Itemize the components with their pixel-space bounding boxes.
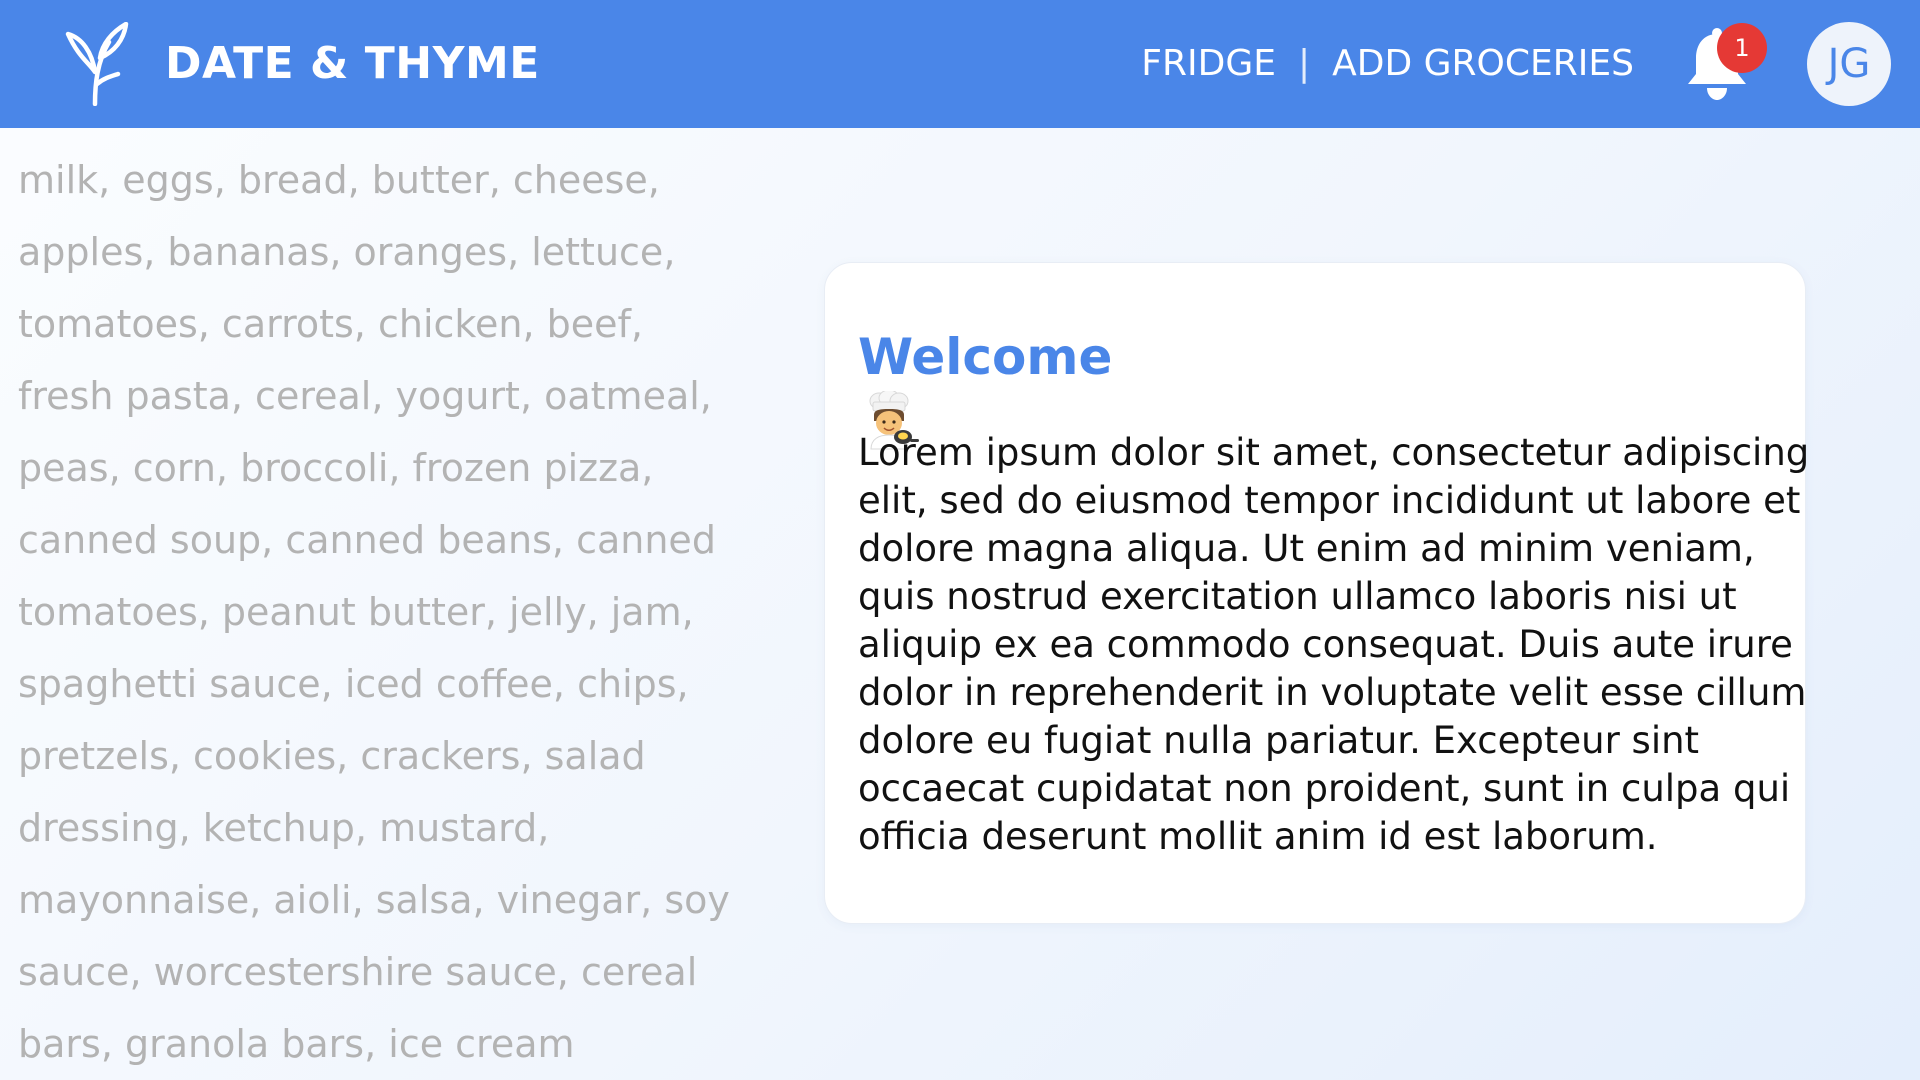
welcome-body-line: dolor in reprehenderit in voluptate veli… (858, 671, 1807, 714)
sprout-icon[interactable] (64, 22, 132, 106)
welcome-body-line: Lorem ipsum dolor sit amet, consectetur … (858, 431, 1810, 474)
grocery-list-line: canned soup, canned beans, canned (18, 518, 716, 562)
welcome-body-line: aliquip ex ea commodo consequat. Duis au… (858, 623, 1793, 666)
welcome-body-text: Lorem ipsum dolor sit amet, consectetur … (858, 429, 1810, 861)
grocery-list-line: sauce, worcestershire sauce, cereal (18, 950, 698, 994)
welcome-title: Welcome (858, 328, 1113, 386)
grocery-list-text: milk, eggs, bread, butter, cheese, apple… (18, 144, 730, 1080)
grocery-list-line: mayonnaise, aioli, salsa, vinegar, soy (18, 878, 730, 922)
welcome-body-line: dolore magna aliqua. Ut enim ad minim ve… (858, 527, 1755, 570)
welcome-body-line: occaecat cupidatat non proident, sunt in… (858, 767, 1791, 810)
grocery-list-line: tomatoes, peanut butter, jelly, jam, (18, 590, 694, 634)
grocery-list-line: apples, bananas, oranges, lettuce, (18, 230, 676, 274)
nav-link-add-groceries[interactable]: ADD GROCERIES (1332, 38, 1634, 90)
grocery-list-line: fresh pasta, cereal, yogurt, oatmeal, (18, 374, 712, 418)
welcome-body-line: dolore eu fugiat nulla pariatur. Excepte… (858, 719, 1700, 762)
top-navigation-bar: DATE & THYME FRIDGE | ADD GROCERIES 1 JG (0, 0, 1920, 128)
welcome-body-line: quis nostrud exercitation ullamco labori… (858, 575, 1737, 618)
nav-separator: | (1297, 43, 1311, 84)
grocery-list-line: pretzels, cookies, crackers, salad (18, 734, 646, 778)
grocery-list-line: bars, granola bars, ice cream (18, 1022, 575, 1066)
grocery-list-line: milk, eggs, bread, butter, cheese, (18, 158, 660, 202)
notification-badge: 1 (1717, 23, 1767, 73)
welcome-body-line: elit, sed do eiusmod tempor incididunt u… (858, 479, 1801, 522)
user-avatar[interactable]: JG (1807, 22, 1891, 106)
app-title[interactable]: DATE & THYME (165, 36, 540, 92)
main-nav: FRIDGE | ADD GROCERIES (1141, 38, 1634, 90)
grocery-list-line: dressing, ketchup, mustard, (18, 806, 550, 850)
grocery-list-line: peas, corn, broccoli, frozen pizza, (18, 446, 654, 490)
nav-link-fridge[interactable]: FRIDGE (1141, 38, 1276, 90)
welcome-card: Welcome Lorem ipsum dolor sit amet, cons… (824, 262, 1810, 924)
grocery-list-line: tomatoes, carrots, chicken, beef, (18, 302, 643, 346)
welcome-body-line: officia deserunt mollit anim id est labo… (858, 815, 1658, 858)
grocery-list-line: spaghetti sauce, iced coffee, chips, (18, 662, 689, 706)
